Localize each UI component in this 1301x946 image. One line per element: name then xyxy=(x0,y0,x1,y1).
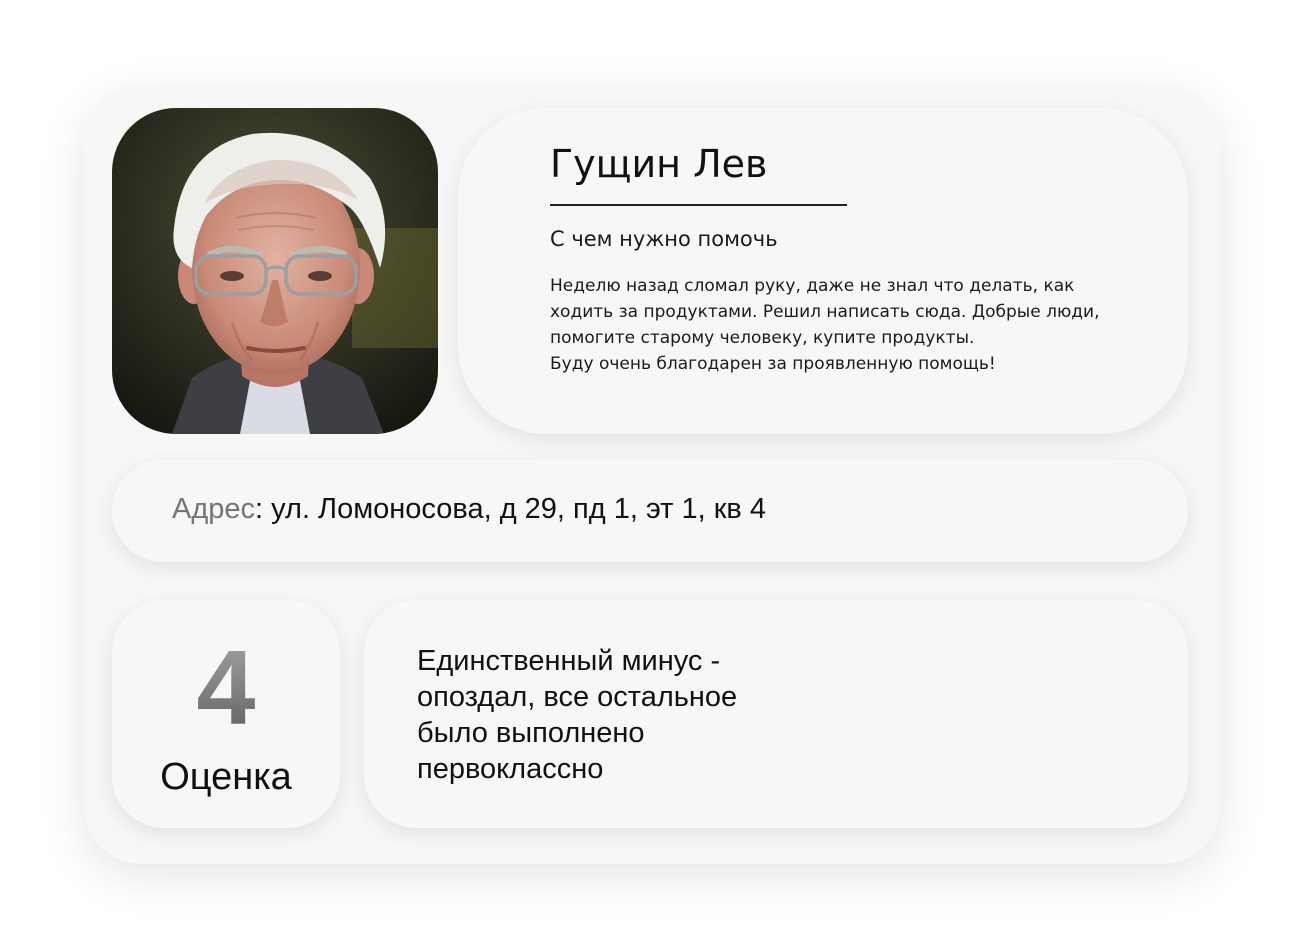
request-line: Буду очень благодарен за проявленную пом… xyxy=(550,354,996,374)
request-line: Неделю назад сломал руку, даже не знал ч… xyxy=(550,276,1075,296)
review-card: Единственный минус - опоздал, все осталь… xyxy=(364,600,1188,828)
request-title: С чем нужно помочь xyxy=(550,227,778,251)
address-value: ул. Ломоносова, д 29, пд 1, эт 1, кв 4 xyxy=(271,493,766,525)
request-card: Гущин Лев С чем нужно помочь Неделю наза… xyxy=(458,108,1188,434)
name-divider xyxy=(550,204,847,206)
rating-label: Оценка xyxy=(160,756,292,798)
review-line: Единственный минус - xyxy=(417,645,721,677)
portrait-illustration xyxy=(112,108,438,434)
review-line: было выполнено xyxy=(417,717,645,749)
address-separator: : xyxy=(255,493,272,525)
request-line: помогите старому человеку, купите продук… xyxy=(550,328,975,348)
address-card: Адрес: ул. Ломоносова, д 29, пд 1, эт 1,… xyxy=(112,460,1188,562)
rating-card: 4 Оценка xyxy=(112,600,340,828)
rating-value: 4 xyxy=(112,628,340,748)
profile-name: Гущин Лев xyxy=(550,142,768,186)
avatar-photo xyxy=(112,108,438,434)
request-description: Неделю назад сломал руку, даже не знал ч… xyxy=(550,273,1160,377)
address-line: Адрес: ул. Ломоносова, д 29, пд 1, эт 1,… xyxy=(172,493,766,526)
address-label: Адрес xyxy=(172,493,256,525)
review-line: первоклассно xyxy=(417,753,604,785)
review-text: Единственный минус - опоздал, все осталь… xyxy=(417,643,737,787)
review-line: опоздал, все остальное xyxy=(417,681,738,713)
request-line: ходить за продуктами. Решил написать сюд… xyxy=(550,302,1100,322)
